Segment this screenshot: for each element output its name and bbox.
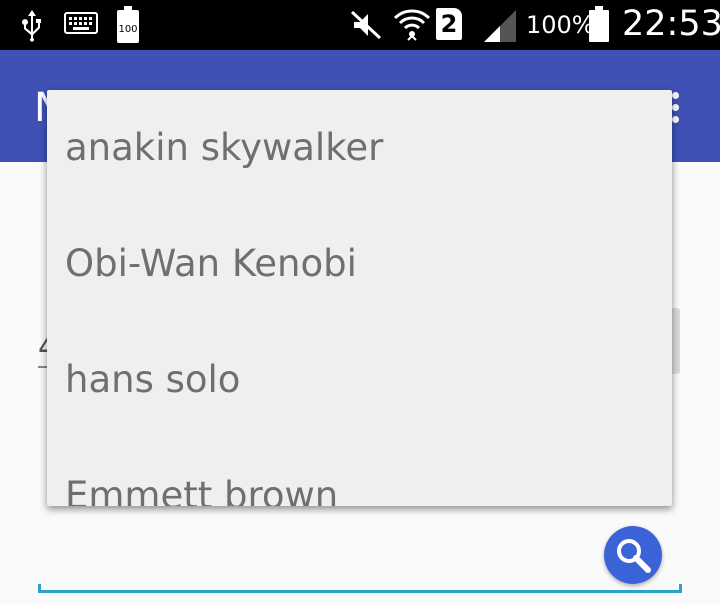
dropdown-item[interactable]: Emmett brown	[47, 438, 672, 506]
battery-saver-icon: 100	[117, 6, 139, 43]
autocomplete-dropdown[interactable]: anakin skywalker Obi-Wan Kenobi hans sol…	[47, 90, 672, 506]
battery-percent: 100%	[526, 11, 595, 39]
signal-icon	[484, 10, 516, 42]
search-input-underline[interactable]	[38, 584, 682, 593]
sim-slot-number: 2	[440, 10, 458, 38]
svg-text:100: 100	[118, 24, 137, 35]
dropdown-item-label: anakin skywalker	[65, 126, 384, 169]
mute-icon	[350, 10, 382, 40]
search-button[interactable]	[604, 526, 662, 584]
dropdown-item-label: Obi-Wan Kenobi	[65, 242, 357, 285]
clock: 22:53	[622, 4, 720, 44]
dropdown-item[interactable]: Obi-Wan Kenobi	[47, 206, 672, 322]
usb-icon	[22, 10, 41, 42]
search-icon	[617, 539, 651, 573]
wifi-icon	[393, 9, 431, 41]
battery-icon	[589, 6, 609, 42]
status-bar: 100 2 100% 22:53	[0, 0, 720, 50]
dropdown-item-label: Emmett brown	[65, 474, 339, 506]
dropdown-item[interactable]: hans solo	[47, 322, 672, 438]
keyboard-icon	[64, 12, 98, 34]
dropdown-item-label: hans solo	[65, 358, 241, 401]
app-title: N	[34, 86, 48, 130]
dropdown-item[interactable]: anakin skywalker	[47, 90, 672, 206]
sim-2-icon: 2	[436, 8, 462, 40]
